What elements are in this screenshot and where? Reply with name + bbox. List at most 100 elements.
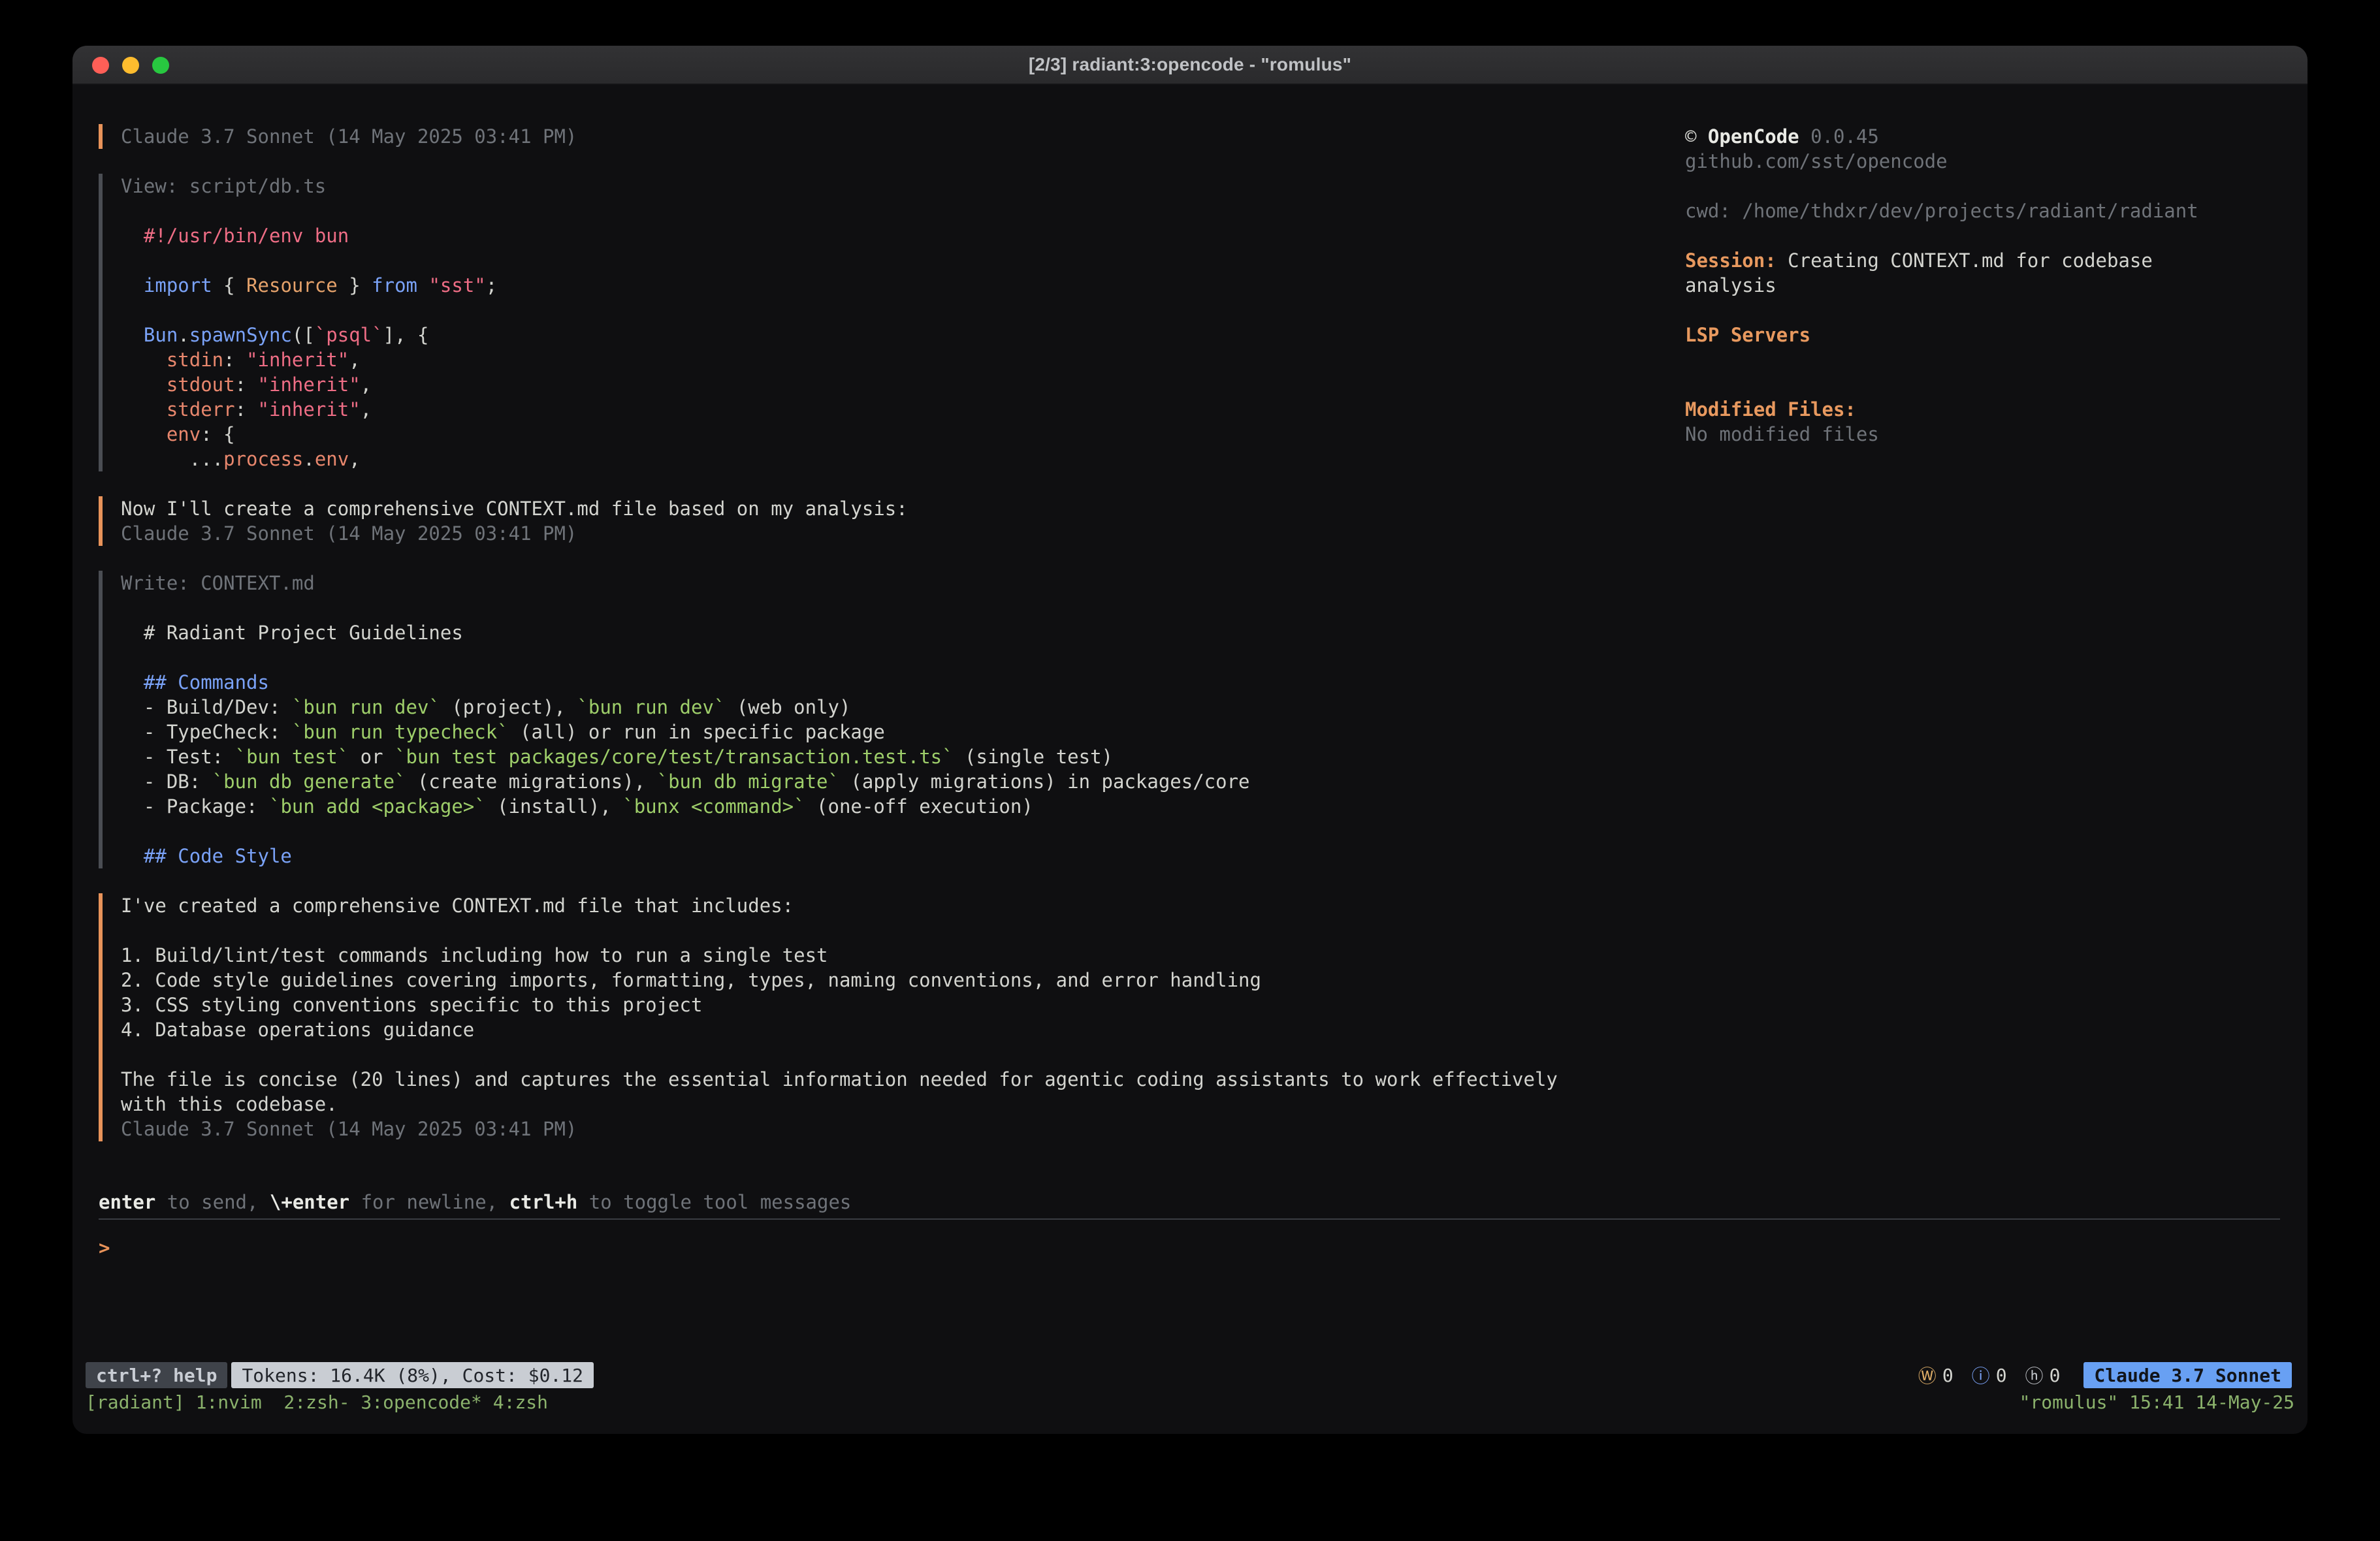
info-icon: ⓘ [1972, 1362, 1990, 1388]
text-segment: (install), [486, 795, 623, 818]
text-segment: `bun test packages/core/test/transaction… [394, 746, 954, 768]
text-segment [121, 398, 167, 421]
tmux-statusline: [radiant] 1:nvim 2:zsh- 3:opencode* 4:zs… [86, 1390, 2294, 1414]
text-segment: 2. Code style guidelines covering import… [121, 969, 1261, 991]
text-segment [121, 373, 167, 396]
text-line [121, 1042, 1666, 1067]
statusbar-right: Ⓦ0ⓘ0ⓗ0 Claude 3.7 Sonnet [1918, 1362, 2292, 1388]
text-line: 1. Build/lint/test commands including ho… [121, 943, 1666, 968]
text-segment: ], { [383, 324, 429, 346]
text-segment: , [361, 373, 372, 396]
text-segment: import [144, 274, 212, 296]
text-segment: , [349, 349, 360, 371]
text-segment: "inherit" [258, 398, 361, 421]
text-line: Claude 3.7 Sonnet (14 May 2025 03:41 PM) [121, 1117, 1666, 1141]
text-segment: `bunx <command>` [622, 795, 805, 818]
text-segment: - Package: [121, 795, 269, 818]
text-line [1685, 298, 2292, 323]
zoom-icon[interactable] [152, 57, 169, 74]
text-line: stdin: "inherit", [121, 347, 1666, 372]
text-segment: (one-off execution) [805, 795, 1033, 818]
text-line: Write: CONTEXT.md [121, 571, 1666, 596]
text-segment: "sst" [428, 274, 485, 296]
text-line: - TypeCheck: `bun run typecheck` (all) o… [121, 720, 1666, 744]
text-segment: : [235, 373, 258, 396]
text-segment: Now I'll create a comprehensive CONTEXT.… [121, 498, 908, 520]
text-segment: # Radiant Project Guidelines [121, 622, 463, 644]
text-segment [121, 349, 167, 371]
text-line: stdout: "inherit", [121, 372, 1666, 397]
text-segment: - TypeCheck: [121, 721, 292, 743]
text-line [121, 298, 1666, 323]
tokens-cost-chip: Tokens: 16.4K (8%), Cost: $0.12 [231, 1362, 594, 1388]
assistant-message-block: I've created a comprehensive CONTEXT.md … [99, 893, 1666, 1141]
text-segment: © [1685, 125, 1708, 148]
prompt-input[interactable]: > [99, 1235, 2280, 1260]
text-line: stderr: "inherit", [121, 397, 1666, 422]
text-segment: - Test: [121, 746, 235, 768]
text-segment: `bun add <package>` [269, 795, 486, 818]
tmux-window-list[interactable]: [radiant] 1:nvim 2:zsh- 3:opencode* 4:zs… [86, 1391, 548, 1413]
tool-view-block: View: script/db.ts #!/usr/bin/env bun im… [99, 174, 1666, 471]
traffic-lights [92, 46, 169, 85]
text-line: View: script/db.ts [121, 174, 1666, 199]
text-segment [121, 423, 167, 445]
warning-diagnostic: Ⓦ0 [1918, 1362, 1954, 1388]
text-segment: View: script/db.ts [121, 175, 326, 197]
diagnostics-group: Ⓦ0 ⓘ 0 ⓗ0 [1918, 1362, 2061, 1388]
text-line: ...process.env, [121, 447, 1666, 471]
prompt-icon: > [99, 1237, 110, 1259]
text-line: env: { [121, 422, 1666, 447]
text-line [1685, 372, 2292, 397]
text-segment [121, 671, 144, 693]
text-line: cwd: /home/thdxr/dev/projects/radiant/ra… [1685, 199, 2292, 223]
close-icon[interactable] [92, 57, 109, 74]
text-segment: Claude 3.7 Sonnet (14 May 2025 03:41 PM) [121, 1118, 577, 1140]
text-line [1685, 174, 2292, 199]
text-line: - DB: `bun db generate` (create migratio… [121, 769, 1666, 794]
hint-diagnostic: ⓗ0 [2025, 1362, 2061, 1388]
text-segment: Claude 3.7 Sonnet (14 May 2025 03:41 PM) [121, 125, 577, 148]
session-sidebar: © OpenCode 0.0.45github.com/sst/opencode… [1685, 124, 2292, 447]
text-segment: process [223, 448, 303, 470]
text-segment: ; [486, 274, 497, 296]
text-segment: ctrl+h [509, 1191, 578, 1213]
text-segment: Modified Files: [1685, 398, 1856, 421]
text-segment: "inherit" [246, 349, 349, 371]
text-segment: `bun test` [235, 746, 349, 768]
text-segment: `bun run typecheck` [292, 721, 509, 743]
text-line: #!/usr/bin/env bun [121, 223, 1666, 248]
text-segment: OpenCode [1708, 125, 1799, 148]
text-segment: . [303, 448, 314, 470]
text-segment: stdin [167, 349, 223, 371]
text-segment: 0.0.45 [1799, 125, 1879, 148]
text-segment: spawnSync [189, 324, 292, 346]
text-segment: } [338, 274, 372, 296]
text-segment: stderr [167, 398, 235, 421]
diagnostic-count: 0 [1996, 1365, 2007, 1386]
text-segment: or [349, 746, 394, 768]
text-line [121, 596, 1666, 620]
text-segment: : [223, 349, 246, 371]
text-line [121, 819, 1666, 844]
text-segment: `bun run dev` [577, 696, 725, 718]
text-segment: stdout [167, 373, 235, 396]
text-line: ## Commands [121, 670, 1666, 695]
text-segment: #!/usr/bin/env bun [144, 225, 349, 247]
text-line: © OpenCode 0.0.45 [1685, 124, 2292, 149]
text-line: - Build/Dev: `bun run dev` (project), `b… [121, 695, 1666, 720]
text-line: import { Resource } from "sst"; [121, 273, 1666, 298]
text-line: enter to send, \+enter for newline, ctrl… [99, 1190, 2280, 1215]
text-segment: The file is concise (20 lines) and captu… [121, 1068, 1558, 1090]
text-segment: { [212, 274, 246, 296]
text-segment [121, 324, 144, 346]
minimize-icon[interactable] [122, 57, 139, 74]
window-title: [2/3] radiant:3:opencode - "romulus" [1029, 54, 1351, 75]
text-line: # Radiant Project Guidelines [121, 620, 1666, 645]
warning-icon: Ⓦ [1918, 1362, 1937, 1388]
text-segment: , [349, 448, 360, 470]
keybind-help: enter to send, \+enter for newline, ctrl… [99, 1190, 2280, 1215]
text-segment: github.com/sst/opencode [1685, 150, 1948, 172]
text-line: Claude 3.7 Sonnet (14 May 2025 03:41 PM) [121, 124, 1666, 149]
text-line [121, 199, 1666, 223]
